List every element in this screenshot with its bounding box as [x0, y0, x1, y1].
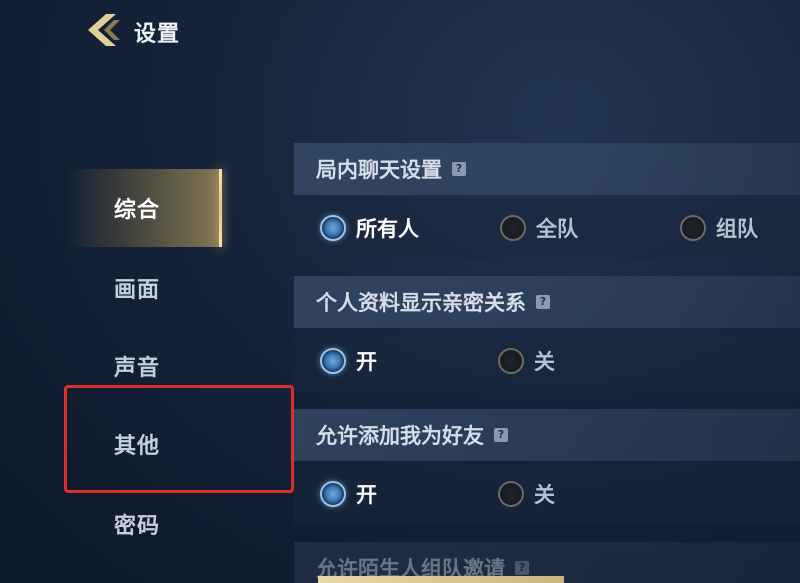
section-header-intimacy: 个人资料显示亲密关系 ? [294, 276, 800, 328]
chevron-left-icon [88, 14, 120, 46]
radio-unselected-icon [498, 481, 524, 507]
radio-label: 全队 [536, 217, 578, 241]
sidebar-item-label: 综合 [114, 198, 161, 223]
sidebar-item-graphics[interactable]: 画面 [66, 249, 222, 327]
section-options-chat: 所有人 全队 组队 [294, 198, 800, 258]
highlight-box [64, 385, 294, 493]
section-title: 局内聊天设置 [316, 158, 442, 182]
section-title: 个人资料显示亲密关系 [316, 291, 526, 315]
radio-option-off[interactable]: 关 [498, 464, 555, 524]
radio-option-on[interactable]: 开 [320, 464, 377, 524]
radio-label: 关 [534, 350, 555, 374]
radio-unselected-icon [680, 215, 706, 241]
settings-screen: 设置 综合 画面 声音 其他 密码 局内聊天设置 ? 所有人 全队 组队 个人资… [0, 0, 800, 583]
page-title: 设置 [134, 22, 181, 47]
sidebar-item-label: 画面 [114, 278, 161, 303]
radio-selected-icon [320, 348, 346, 374]
radio-option-team[interactable]: 全队 [500, 198, 578, 258]
section-header-chat: 局内聊天设置 ? [294, 143, 800, 195]
section-options-intimacy: 开 关 [294, 331, 800, 391]
scroll-edge-accent [318, 576, 564, 583]
radio-label: 所有人 [356, 217, 419, 241]
radio-option-on[interactable]: 开 [320, 331, 377, 391]
radio-option-everyone[interactable]: 所有人 [320, 198, 419, 258]
section-title: 允许添加我为好友 [316, 424, 484, 448]
radio-unselected-icon [500, 215, 526, 241]
section-header-friend-request: 允许添加我为好友 ? [294, 409, 800, 461]
help-icon[interactable]: ? [494, 428, 508, 442]
radio-label: 组队 [716, 217, 758, 241]
back-button[interactable] [84, 10, 126, 50]
sidebar-item-general[interactable]: 综合 [66, 169, 222, 247]
help-icon[interactable]: ? [536, 295, 550, 309]
help-icon[interactable]: ? [515, 561, 529, 575]
radio-option-party[interactable]: 组队 [680, 198, 758, 258]
radio-selected-icon [320, 481, 346, 507]
section-options-friend-request: 开 关 [294, 464, 800, 524]
help-icon[interactable]: ? [452, 162, 466, 176]
radio-option-off[interactable]: 关 [498, 331, 555, 391]
sidebar-item-label: 声音 [114, 356, 161, 381]
radio-label: 关 [534, 483, 555, 507]
radio-selected-icon [320, 215, 346, 241]
sidebar-item-label: 密码 [114, 514, 161, 539]
radio-unselected-icon [498, 348, 524, 374]
active-indicator [219, 169, 222, 247]
radio-label: 开 [356, 483, 377, 507]
sidebar-item-password[interactable]: 密码 [66, 485, 222, 563]
radio-label: 开 [356, 350, 377, 374]
